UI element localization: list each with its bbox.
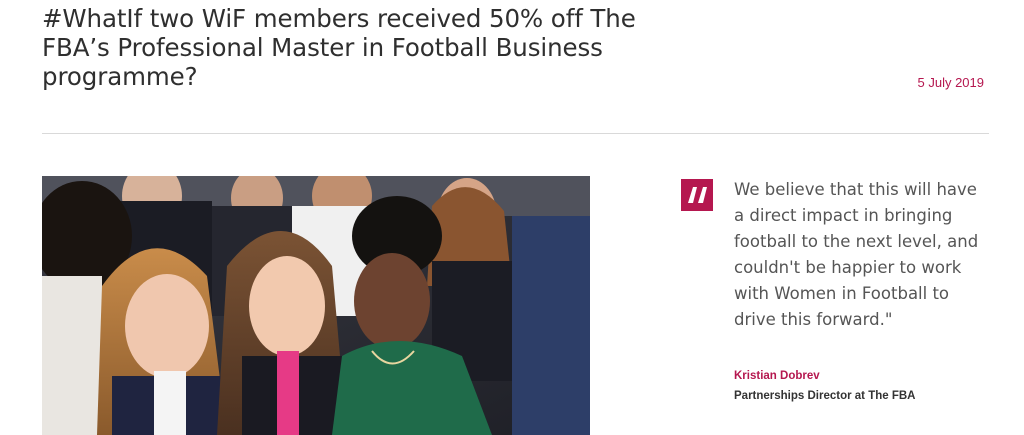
quote-author-role: Partnerships Director at The FBA: [734, 390, 916, 402]
header-divider: [42, 133, 989, 134]
article-headline: #WhatIf two WiF members received 50% off…: [42, 4, 636, 91]
quote-author: Kristian Dobrev: [734, 370, 820, 382]
quote-text: We believe that this will have a direct …: [734, 180, 979, 329]
quote-mark-icon: [681, 179, 713, 211]
article-photo: [42, 176, 590, 435]
article-date: 5 July 2019: [917, 75, 985, 90]
